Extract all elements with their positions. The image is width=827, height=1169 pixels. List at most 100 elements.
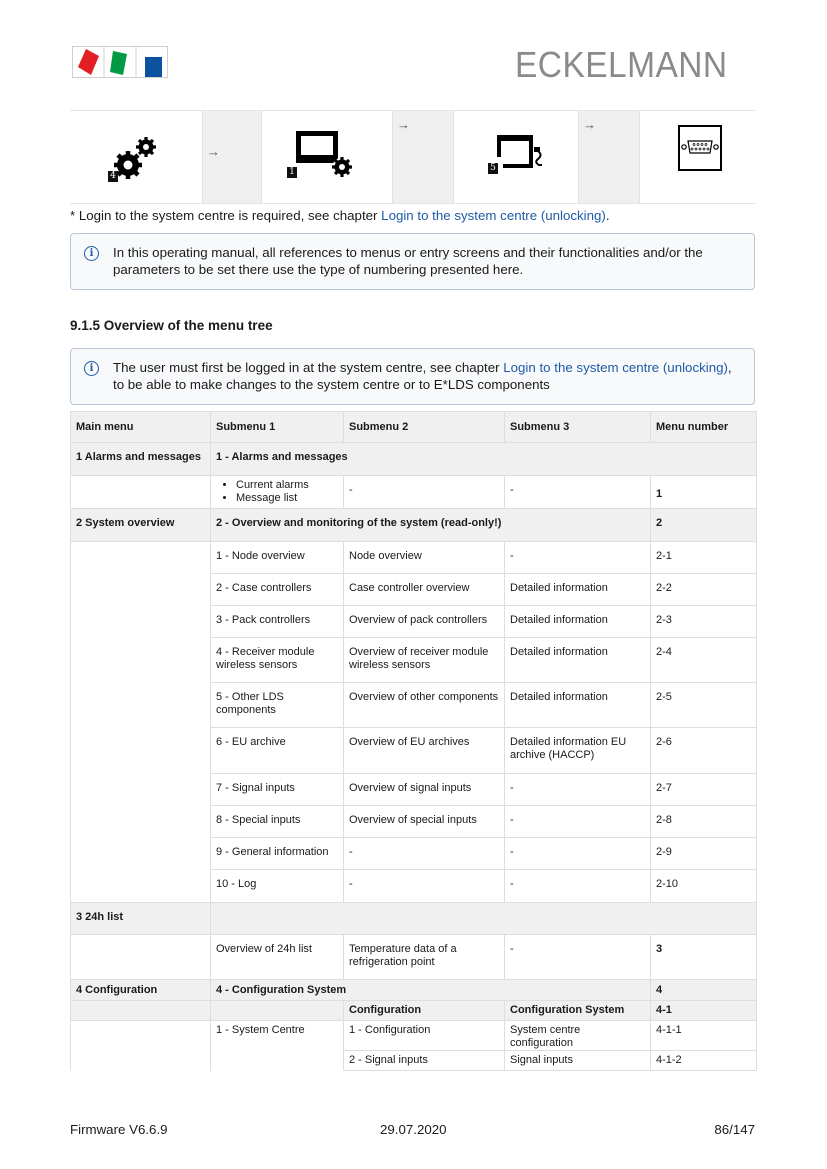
logo-red-square — [78, 49, 99, 75]
table-row: Overview of 24h list Temperature data of… — [70, 934, 757, 980]
column-header: Submenu 3 — [504, 411, 651, 443]
info-box-login: i The user must first be logged in at th… — [70, 348, 755, 405]
strip-cell-configuration: 4 — [70, 111, 202, 203]
signal-inputs-icon — [497, 135, 542, 169]
submenu1-cell: 8 - Special inputs — [210, 805, 344, 838]
menu-number-badge: 4 — [108, 171, 118, 182]
strip-arrow-cell: → — [578, 111, 640, 203]
strip-cell-system-centre: 1 — [262, 111, 392, 203]
submenu2-cell: - — [343, 475, 505, 509]
menu-number-cell: 2 — [650, 508, 757, 542]
submenu2-cell: Case controller overview — [343, 573, 505, 606]
table-row: 1 - System Centre 1 - Configuration Syst… — [70, 1020, 757, 1071]
menu-number-cell: 2-9 — [650, 837, 757, 870]
submenu3-cell: - — [504, 837, 651, 870]
submenu1-cell: 1 - Node overview — [210, 541, 344, 574]
section-heading: 9.1.5 Overview of the menu tree — [70, 318, 273, 333]
menu-number-cell: 4-1-2 — [650, 1050, 757, 1071]
menu-number-cell: 2-5 — [650, 682, 757, 728]
submenu2-cell: Overview of signal inputs — [343, 773, 505, 806]
submenu1-cell: 3 - Pack controllers — [210, 605, 344, 638]
submenu3-cell: Configuration System — [504, 1000, 651, 1021]
menu-number-badge: 5 — [488, 163, 498, 174]
submenu3-cell: System centre configuration — [504, 1020, 651, 1051]
menu-number-cell: 2-2 — [650, 573, 757, 606]
menu-number-cell: 2-8 — [650, 805, 757, 838]
table-subheader-row: Configuration Configuration System 4-1 — [70, 1000, 757, 1021]
main-menu-cell: 1 Alarms and messages — [70, 442, 211, 476]
table-header-row: Main menu Submenu 1 Submenu 2 Submenu 3 … — [70, 411, 757, 443]
logo-green-square — [110, 51, 127, 75]
arrow-right-icon: → — [583, 117, 596, 132]
table-group-row: 3 24h list — [70, 902, 757, 935]
submenu1-cell: 6 - EU archive — [210, 727, 344, 774]
column-header: Submenu 1 — [210, 411, 344, 443]
submenu3-cell: Detailed information — [504, 682, 651, 728]
table-row: Current alarms Message list - - 1 — [70, 475, 757, 509]
login-required-note: * Login to the system centre is required… — [70, 208, 610, 223]
menu-number-cell: 4-1-1 — [650, 1020, 757, 1051]
login-chapter-link[interactable]: Login to the system centre (unlocking) — [503, 360, 728, 375]
submenu2-cell: Node overview — [343, 541, 505, 574]
strip-cell-serial-port — [640, 111, 756, 203]
submenu2-cell: Overview of special inputs — [343, 805, 505, 838]
menu-number-cell: 1 — [650, 475, 757, 509]
info-icon: i — [84, 246, 99, 261]
submenu2-cell: 2 - Signal inputs — [343, 1050, 505, 1071]
list-item: Message list — [236, 492, 338, 505]
arrow-right-icon: → — [207, 144, 220, 159]
system-centre-icon — [296, 131, 352, 177]
submenu2-cell: Overview of receiver module wireless sen… — [343, 637, 505, 683]
table-row: 1 - Node overview Node overview - 2-1 — [70, 541, 757, 903]
login-chapter-link[interactable]: Login to the system centre (unlocking) — [381, 208, 606, 223]
submenu3-cell: Detailed information — [504, 605, 651, 638]
arrow-right-icon: → — [397, 117, 410, 132]
menu-number-cell: 4 — [650, 979, 757, 1001]
menu-number-cell: 2-10 — [650, 869, 757, 903]
column-header: Submenu 2 — [343, 411, 505, 443]
group-title-cell: 2 - Overview and monitoring of the syste… — [210, 508, 651, 542]
table-group-row: 4 Configuration 4 - Configuration System… — [70, 979, 757, 1001]
submenu3-cell: - — [504, 869, 651, 903]
submenu2-cell: - — [343, 837, 505, 870]
submenu1-cell: 1 - System Centre — [210, 1020, 344, 1071]
column-header: Main menu — [70, 411, 211, 443]
group-title-cell: 4 - Configuration System — [210, 979, 651, 1001]
submenu1-cell: Current alarms Message list — [210, 475, 344, 509]
submenu2-cell: - — [343, 869, 505, 903]
menu-tree-table: Main menu Submenu 1 Submenu 2 Submenu 3 … — [70, 411, 757, 1071]
submenu3-cell: - — [504, 475, 651, 509]
submenu3-cell: - — [504, 805, 651, 838]
main-menu-cell: 2 System overview — [70, 508, 211, 542]
menu-number-cell: 3 — [650, 934, 757, 980]
info-box-numbering: i In this operating manual, all referenc… — [70, 233, 755, 290]
submenu1-cell: 5 - Other LDS components — [210, 682, 344, 728]
menu-number-cell: 2-6 — [650, 727, 757, 774]
submenu2-cell: Overview of EU archives — [343, 727, 505, 774]
submenu3-cell: Detailed information EU archive (HACCP) — [504, 727, 651, 774]
info-icon: i — [84, 361, 99, 376]
submenu2-cell: Overview of other components — [343, 682, 505, 728]
main-menu-cell: 4 Configuration — [70, 979, 211, 1001]
menu-number-cell: 2-3 — [650, 605, 757, 638]
menu-number-cell: 2-1 — [650, 541, 757, 574]
submenu3-cell: Signal inputs — [504, 1050, 651, 1071]
bullet-list: Current alarms Message list — [216, 479, 338, 504]
submenu1-cell: 9 - General information — [210, 837, 344, 870]
submenu3-cell: - — [504, 773, 651, 806]
list-item: Current alarms — [236, 479, 338, 492]
menu-number-badge: 1 — [287, 167, 297, 178]
menu-number-cell: 2-7 — [650, 773, 757, 806]
submenu3-cell: Detailed information — [504, 637, 651, 683]
logo-blue-square — [145, 57, 162, 77]
group-title-cell: 1 - Alarms and messages — [210, 442, 757, 476]
strip-arrow-cell: → — [202, 111, 262, 203]
submenu3-cell: Detailed information — [504, 573, 651, 606]
submenu3-cell: - — [504, 934, 651, 980]
submenu1-cell: Overview of 24h list — [210, 934, 344, 980]
submenu1-cell: 4 - Receiver module wireless sensors — [210, 637, 344, 683]
submenu2-cell: Overview of pack controllers — [343, 605, 505, 638]
submenu1-cell: 2 - Case controllers — [210, 573, 344, 606]
submenu3-cell: - — [504, 541, 651, 574]
table-group-row: 1 Alarms and messages 1 - Alarms and mes… — [70, 442, 757, 476]
